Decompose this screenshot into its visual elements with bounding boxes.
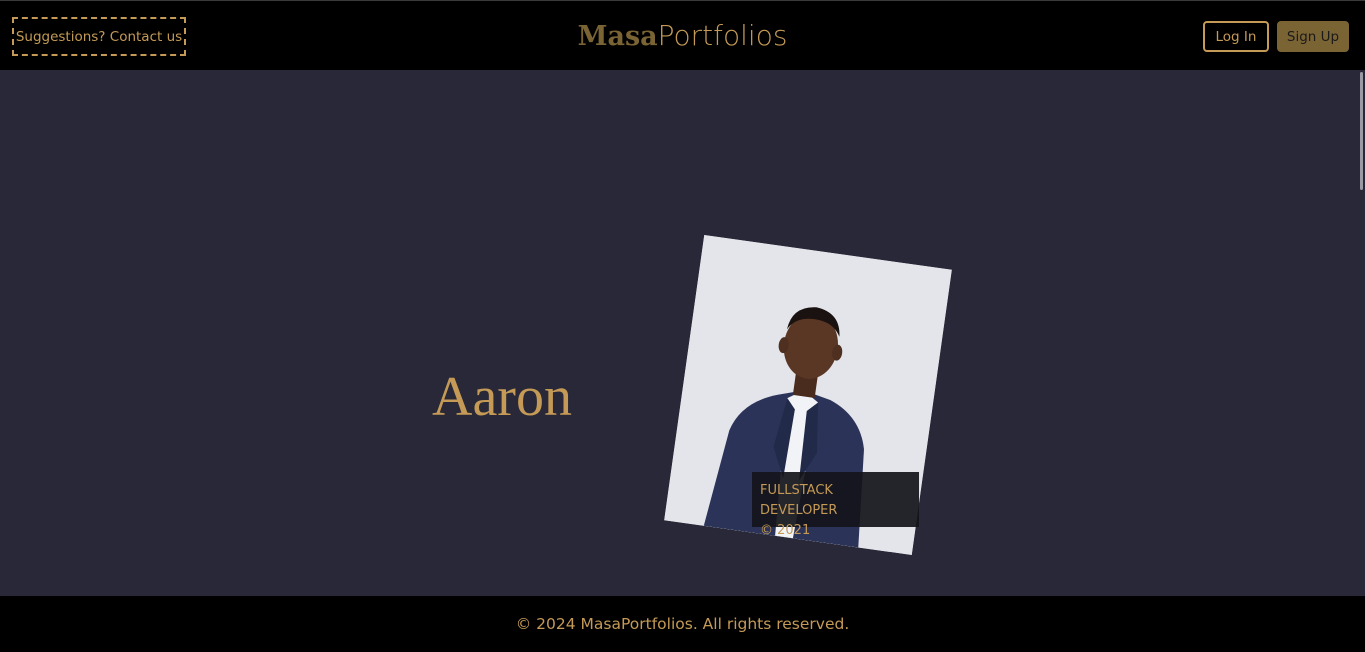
profile-name[interactable]: Aaron — [432, 362, 572, 432]
profile-caption: FULLSTACK DEVELOPER © 2021 — [752, 472, 919, 538]
site-footer: © 2024 MasaPortfolios. All rights reserv… — [0, 596, 1365, 652]
profile-year: © 2021 — [760, 523, 811, 538]
login-button[interactable]: Log In — [1203, 21, 1269, 52]
profile-role: FULLSTACK DEVELOPER — [760, 483, 838, 518]
site-header: Suggestions? Contact us MasaPortfolios L… — [0, 0, 1365, 70]
brand-name-masa: Masa — [577, 21, 658, 52]
footer-copyright: © 2024 MasaPortfolios. All rights reserv… — [515, 615, 850, 633]
brand-name-portfolios: Portfolios — [657, 19, 788, 52]
scrollbar-thumb[interactable] — [1360, 72, 1363, 190]
brand-logo[interactable]: MasaPortfolios — [0, 17, 1365, 56]
signup-button[interactable]: Sign Up — [1277, 21, 1349, 52]
